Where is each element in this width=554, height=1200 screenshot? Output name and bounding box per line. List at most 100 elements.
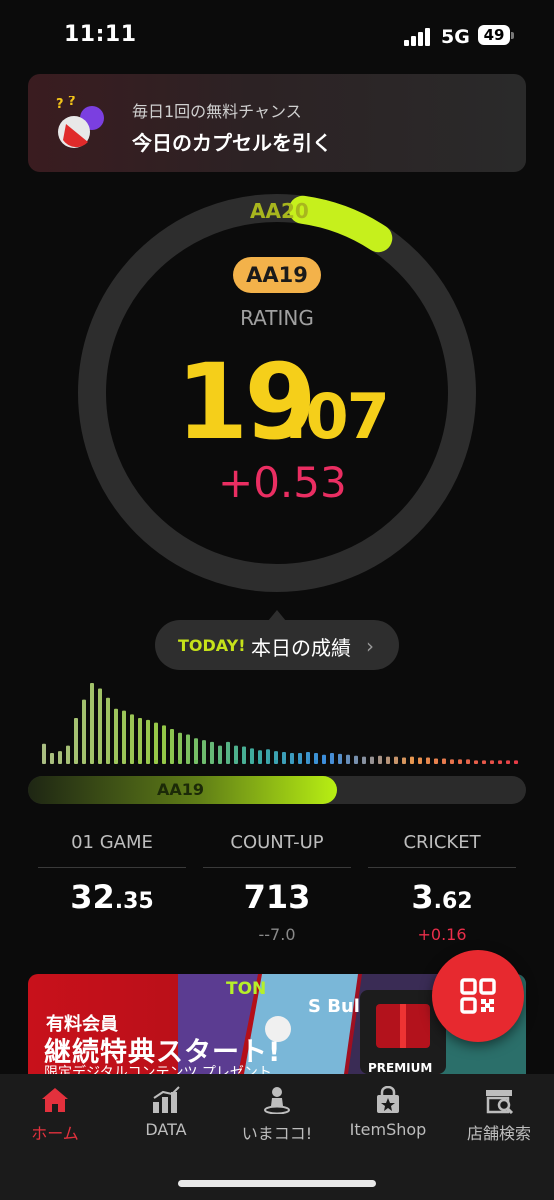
histogram-bar <box>362 756 366 764</box>
rank-progress-label: AA19 <box>157 780 205 799</box>
tab-itemshop-label: ItemShop <box>349 1120 427 1139</box>
histogram-bar <box>266 749 270 764</box>
histogram-bar <box>74 718 78 764</box>
divider <box>368 867 516 868</box>
histogram-bar <box>418 757 422 764</box>
stat-cricket-name: CRICKET <box>403 832 481 853</box>
histogram-bar <box>434 758 438 764</box>
item-bag-icon <box>377 1086 399 1113</box>
rating-distribution-histogram <box>42 683 518 764</box>
tab-imakoko[interactable]: いまココ! <box>222 1080 332 1160</box>
location-person-icon <box>264 1087 290 1114</box>
histogram-bar <box>298 752 302 764</box>
stat-countup-name: COUNT-UP <box>230 832 324 853</box>
histogram-bar <box>498 760 502 764</box>
histogram-bar <box>90 683 94 764</box>
cellular-signal-icon <box>404 28 432 46</box>
histogram-bar <box>338 753 342 764</box>
network-type: 5G <box>441 26 470 48</box>
chevron-right-icon: › <box>366 634 374 658</box>
histogram-bar <box>354 755 358 764</box>
histogram-bar <box>146 719 150 764</box>
histogram-bar <box>370 756 374 764</box>
battery-icon: 49 <box>478 25 510 45</box>
histogram-bar <box>242 746 246 764</box>
histogram-bar <box>314 752 318 764</box>
histogram-bar <box>474 760 478 764</box>
home-icon <box>42 1088 68 1112</box>
stat-countup-delta: --7.0 <box>258 925 296 944</box>
capsule-subtitle: 毎日1回の無料チャンス <box>132 102 302 121</box>
histogram-bar <box>226 741 230 764</box>
histogram-bar <box>346 754 350 764</box>
histogram-bar <box>426 757 430 764</box>
qr-scan-button[interactable] <box>432 950 524 1042</box>
histogram-bar <box>162 725 166 764</box>
divider <box>203 867 351 868</box>
histogram-bar <box>114 708 118 764</box>
histogram-bar <box>506 760 510 764</box>
histogram-bar <box>490 760 494 764</box>
data-chart-icon <box>153 1086 180 1113</box>
tab-store-search[interactable]: 店舗検索 <box>444 1080 554 1160</box>
histogram-bar <box>186 734 190 764</box>
histogram-bar <box>106 697 110 764</box>
histogram-bar <box>466 759 470 764</box>
rating-delta: +0.53 <box>218 458 347 507</box>
today-results-label: 本日の成績 <box>251 636 351 660</box>
rank-progress-bar <box>28 776 526 804</box>
histogram-bar <box>282 752 286 764</box>
rating-value-decimal: .07 <box>284 380 390 453</box>
histogram-bar <box>178 732 182 764</box>
histogram-bar <box>138 718 142 764</box>
histogram-bar <box>170 729 174 764</box>
histogram-bar <box>290 752 294 764</box>
histogram-bar <box>306 752 310 764</box>
promo-line-3: 限定デジタルコンテンツ プレゼント <box>44 1065 272 1074</box>
histogram-bar <box>322 754 326 764</box>
status-time: 11:11 <box>64 22 137 47</box>
rating-label: RATING <box>240 306 314 330</box>
histogram-bar <box>234 745 238 764</box>
tab-home-label: ホーム <box>31 1124 79 1143</box>
histogram-bar <box>210 741 214 764</box>
stat-countup-value[interactable]: 713 <box>203 878 351 916</box>
tab-itemshop[interactable]: ItemShop <box>333 1080 443 1160</box>
svg-text:?: ? <box>56 97 64 112</box>
battery-tip <box>511 32 514 39</box>
stat-01game-value[interactable]: 32.35 <box>38 878 186 916</box>
histogram-bar <box>442 758 446 764</box>
histogram-bar <box>218 745 222 764</box>
histogram-bar <box>42 743 46 764</box>
promo-tile-text: S Bull <box>308 996 366 1017</box>
capsule-icon: ? ? <box>56 96 104 148</box>
svg-text:?: ? <box>68 96 76 109</box>
histogram-bar <box>330 752 334 764</box>
histogram-bar <box>394 756 398 764</box>
tab-store-search-label: 店舗検索 <box>466 1124 531 1143</box>
histogram-bar <box>130 714 134 764</box>
histogram-bar <box>274 751 278 764</box>
current-rank-badge: AA19 <box>233 257 321 293</box>
tab-home[interactable]: ホーム <box>0 1080 110 1160</box>
today-badge: TODAY! <box>178 636 246 655</box>
qr-code-icon <box>460 978 496 1014</box>
stat-01game-name: 01 GAME <box>71 832 153 853</box>
histogram-bar <box>402 757 406 764</box>
histogram-bar <box>194 738 198 764</box>
histogram-bar <box>154 722 158 764</box>
histogram-bar <box>82 699 86 764</box>
promo-tile-text-2: TON <box>226 979 266 999</box>
stat-cricket-value[interactable]: 3.62 <box>368 878 516 916</box>
store-search-icon <box>486 1090 514 1114</box>
histogram-bar <box>98 688 102 764</box>
tab-data[interactable]: DATA <box>111 1080 221 1160</box>
histogram-bar <box>66 745 70 764</box>
capsule-title: 今日のカプセルを引く <box>132 131 332 155</box>
tab-data-label: DATA <box>145 1120 187 1139</box>
stat-cricket-delta: +0.16 <box>417 925 467 944</box>
histogram-bar <box>410 756 414 764</box>
home-indicator <box>178 1180 376 1187</box>
next-rank-label: AA20 <box>250 199 309 223</box>
histogram-bar <box>202 740 206 764</box>
